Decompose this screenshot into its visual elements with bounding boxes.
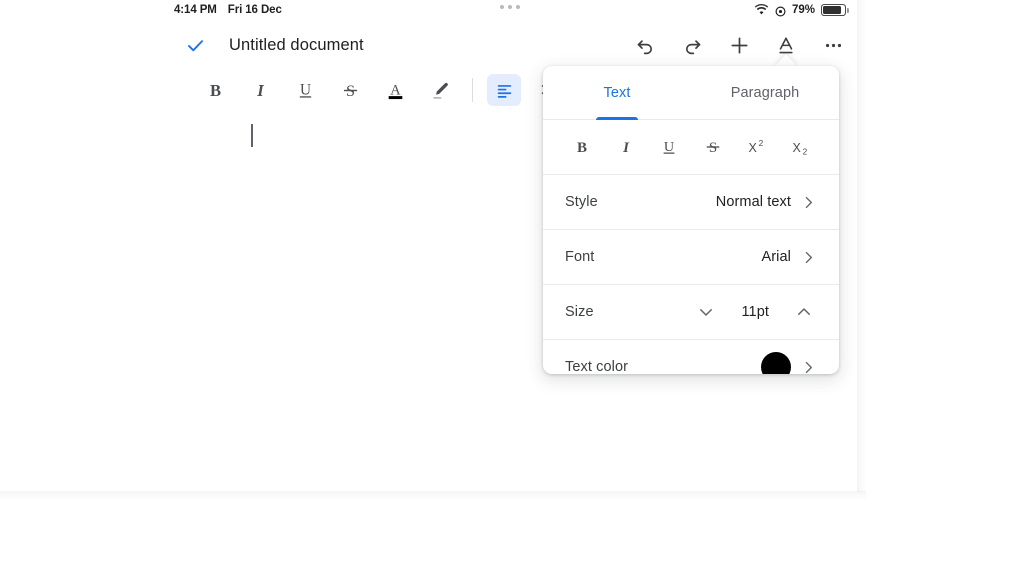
page-edge-shadow-bottom [0,491,866,500]
undo-button[interactable] [630,30,660,60]
handle-dot [508,5,512,9]
format-toolbar-buttons: B I U S [193,70,571,110]
status-bar-right: 79% [754,1,846,19]
svg-text:2: 2 [759,138,764,148]
save-status-checkmark-icon[interactable] [182,32,208,58]
align-left-button[interactable] [487,74,521,106]
tab-text-label: Text [604,85,631,101]
panel-subscript-button[interactable]: X 2 [783,130,817,164]
more-options-button[interactable] [818,30,848,60]
tab-text[interactable]: Text [543,66,691,119]
svg-text:X: X [792,141,801,155]
panel-bold-button[interactable]: B [565,130,599,164]
status-time: 4:14 PM [174,1,217,19]
document-title[interactable]: Untitled document [229,34,364,56]
style-label: Style [565,194,598,210]
handle-dot [500,5,504,9]
screen-root: 4:14 PM Fri 16 Dec 79% [0,0,1024,576]
location-services-icon [775,5,786,16]
size-stepper: 11pt [693,299,817,325]
svg-text:U: U [664,139,674,155]
handle-dot [516,5,520,9]
status-date: Fri 16 Dec [228,1,282,19]
multitasking-handle-dots-icon[interactable] [500,5,520,9]
svg-text:X: X [749,141,758,155]
toolbar-divider [472,78,473,102]
text-color-value-group [761,352,817,374]
status-bar-left: 4:14 PM Fri 16 Dec [174,1,282,19]
svg-text:U: U [300,81,311,98]
panel-row-font[interactable]: Font Arial [543,230,839,285]
font-label: Font [565,249,594,265]
tab-paragraph-label: Paragraph [731,85,800,101]
svg-text:I: I [256,80,264,99]
svg-text:A: A [390,82,401,98]
panel-row-text-color[interactable]: Text color [543,340,839,374]
panel-underline-button[interactable]: U [652,130,686,164]
size-label: Size [565,304,594,320]
panel-row-size: Size 11pt [543,285,839,340]
chevron-right-icon [800,249,817,266]
svg-text:S: S [346,82,355,99]
redo-button[interactable] [677,30,707,60]
size-increase-button[interactable] [791,299,817,325]
page-edge-shadow-right [857,0,866,492]
panel-italic-button[interactable]: I [609,130,643,164]
chevron-right-icon [800,194,817,211]
style-value-group: Normal text [716,194,817,211]
size-value: 11pt [741,304,769,320]
wifi-icon [754,4,769,16]
font-value-group: Arial [761,249,817,266]
bold-button[interactable]: B [193,70,238,110]
format-popup-panel: Text Paragraph B I U [543,66,839,374]
text-cursor [251,124,253,147]
panel-strikethrough-button[interactable]: S [696,130,730,164]
panel-row-style[interactable]: Style Normal text [543,175,839,230]
svg-text:B: B [210,80,221,99]
status-bar: 4:14 PM Fri 16 Dec 79% [0,0,858,20]
text-color-button[interactable]: A [373,70,418,110]
size-decrease-button[interactable] [693,299,719,325]
underline-button[interactable]: U [283,70,328,110]
document-header-actions [630,30,848,60]
highlighter-pen-button[interactable] [418,70,463,110]
format-panel-tabs: Text Paragraph [543,66,839,120]
tab-paragraph[interactable]: Paragraph [691,66,839,119]
svg-text:S: S [709,140,717,156]
italic-button[interactable]: I [238,70,283,110]
text-color-swatch[interactable] [761,352,791,374]
style-value: Normal text [716,194,791,210]
panel-superscript-button[interactable]: X 2 [739,130,773,164]
svg-text:B: B [577,140,587,156]
strikethrough-button[interactable]: S [328,70,373,110]
document-header-bar: Untitled document [0,24,858,66]
battery-percent-label: 79% [792,1,815,19]
chevron-right-icon [800,359,817,375]
insert-button[interactable] [724,30,754,60]
svg-text:I: I [622,140,630,156]
text-color-label: Text color [565,359,628,374]
panel-style-buttons-row: B I U S [543,120,839,175]
battery-icon [821,4,846,16]
svg-text:2: 2 [803,147,808,157]
font-value: Arial [761,249,791,265]
